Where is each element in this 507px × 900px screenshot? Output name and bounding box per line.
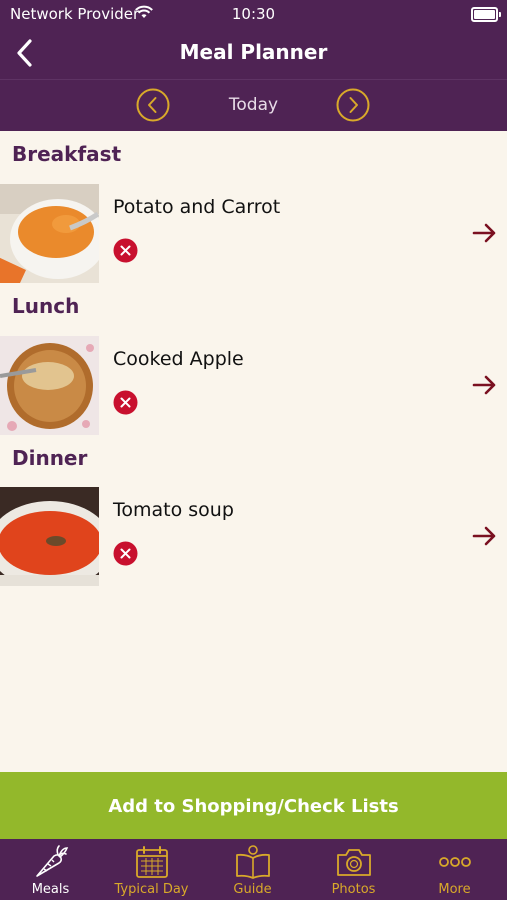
add-to-shopping-lists-button[interactable]: Add to Shopping/Check Lists	[0, 772, 507, 839]
tomato-soup-photo	[0, 487, 99, 586]
tab-label: Guide	[233, 882, 272, 897]
section-title-dinner: Dinner	[12, 446, 88, 470]
carrot-icon	[36, 845, 69, 877]
apple-puree-photo	[0, 336, 99, 435]
tab-label: Meals	[31, 882, 70, 897]
circle-chevron-right-icon	[336, 88, 370, 122]
tab-photos[interactable]: Photos	[303, 839, 404, 900]
status-bar: Network Provider 10:30	[0, 0, 507, 28]
open-meal-arrow-icon[interactable]	[472, 374, 498, 396]
next-day-button[interactable]	[336, 88, 370, 122]
tab-label: More	[438, 882, 471, 897]
tab-label: Typical Day	[114, 882, 189, 897]
tab-label: Photos	[331, 882, 376, 897]
open-meal-arrow-icon[interactable]	[472, 525, 498, 547]
remove-icon	[113, 390, 138, 415]
meal-row-dinner[interactable]: Tomato soup	[0, 487, 507, 586]
remove-icon	[113, 541, 138, 566]
remove-meal-button[interactable]	[113, 238, 138, 263]
calendar-icon	[136, 846, 168, 878]
page-title: Meal Planner	[179, 40, 328, 64]
remove-meal-button[interactable]	[113, 390, 138, 415]
tab-bar: Meals Typical Day Guide Photos More	[0, 839, 507, 900]
remove-icon	[113, 238, 138, 263]
section-title-lunch: Lunch	[12, 294, 80, 318]
meal-name: Tomato soup	[113, 499, 234, 521]
camera-icon	[337, 849, 371, 876]
tab-guide[interactable]: Guide	[202, 839, 303, 900]
section-title-breakfast: Breakfast	[12, 142, 122, 166]
meal-row-breakfast[interactable]: Potato and Carrot	[0, 184, 507, 283]
tab-more[interactable]: More	[404, 839, 505, 900]
meal-name: Potato and Carrot	[113, 196, 281, 218]
clock: 10:30	[231, 5, 276, 23]
meal-row-lunch[interactable]: Cooked Apple	[0, 336, 507, 435]
battery-icon	[471, 7, 501, 22]
remove-meal-button[interactable]	[113, 541, 138, 566]
more-dots-icon	[439, 857, 471, 867]
date-selector: Today	[0, 80, 507, 131]
tab-meals[interactable]: Meals	[0, 839, 101, 900]
carrot-puree-photo	[0, 184, 99, 283]
current-date-label: Today	[228, 95, 279, 115]
book-icon	[236, 845, 270, 879]
navigation-bar: Meal Planner	[0, 28, 507, 80]
open-meal-arrow-icon[interactable]	[472, 222, 498, 244]
meal-name: Cooked Apple	[113, 348, 244, 370]
tab-typical-day[interactable]: Typical Day	[101, 839, 202, 900]
